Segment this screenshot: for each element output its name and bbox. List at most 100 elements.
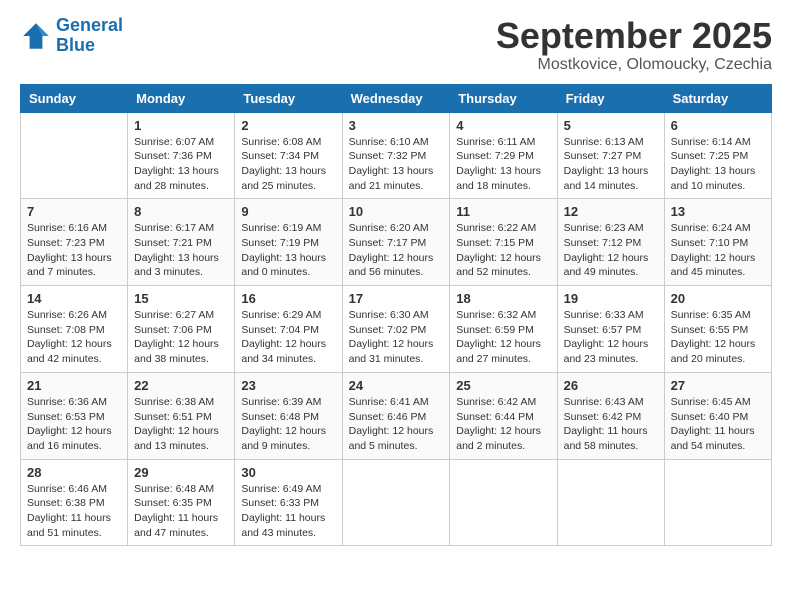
calendar-weekday-thursday: Thursday [450, 84, 557, 112]
day-info: Sunrise: 6:35 AMSunset: 6:55 PMDaylight:… [671, 308, 765, 367]
logo-text: General Blue [56, 16, 123, 56]
day-info: Sunrise: 6:19 AMSunset: 7:19 PMDaylight:… [241, 221, 335, 280]
calendar-week-row-1: 7 Sunrise: 6:16 AMSunset: 7:23 PMDaylight… [21, 199, 772, 286]
day-number: 18 [456, 291, 550, 306]
calendar-cell: 21 Sunrise: 6:36 AMSunset: 6:53 PMDayligh… [21, 372, 128, 459]
day-info: Sunrise: 6:39 AMSunset: 6:48 PMDaylight:… [241, 395, 335, 454]
calendar-cell: 3 Sunrise: 6:10 AMSunset: 7:32 PMDaylight… [342, 112, 450, 199]
logo-icon [20, 20, 52, 52]
day-number: 10 [349, 204, 444, 219]
calendar-week-row-2: 14 Sunrise: 6:26 AMSunset: 7:08 PMDayligh… [21, 286, 772, 373]
day-info: Sunrise: 6:32 AMSunset: 6:59 PMDaylight:… [456, 308, 550, 367]
calendar-cell: 30 Sunrise: 6:49 AMSunset: 6:33 PMDayligh… [235, 459, 342, 546]
day-info: Sunrise: 6:11 AMSunset: 7:29 PMDaylight:… [456, 135, 550, 194]
month-title: September 2025 [496, 16, 772, 56]
calendar-cell: 18 Sunrise: 6:32 AMSunset: 6:59 PMDayligh… [450, 286, 557, 373]
calendar-cell: 17 Sunrise: 6:30 AMSunset: 7:02 PMDayligh… [342, 286, 450, 373]
day-info: Sunrise: 6:36 AMSunset: 6:53 PMDaylight:… [27, 395, 121, 454]
day-info: Sunrise: 6:43 AMSunset: 6:42 PMDaylight:… [564, 395, 658, 454]
calendar-week-row-0: 1Sunrise: 6:07 AMSunset: 7:36 PMDaylight… [21, 112, 772, 199]
calendar-week-row-3: 21 Sunrise: 6:36 AMSunset: 6:53 PMDayligh… [21, 372, 772, 459]
logo: General Blue [20, 16, 123, 56]
day-info: Sunrise: 6:16 AMSunset: 7:23 PMDaylight:… [27, 221, 121, 280]
calendar-weekday-friday: Friday [557, 84, 664, 112]
day-info: Sunrise: 6:30 AMSunset: 7:02 PMDaylight:… [349, 308, 444, 367]
day-number: 11 [456, 204, 550, 219]
day-info: Sunrise: 6:24 AMSunset: 7:10 PMDaylight:… [671, 221, 765, 280]
calendar-cell: 28 Sunrise: 6:46 AMSunset: 6:38 PMDayligh… [21, 459, 128, 546]
day-info: Sunrise: 6:08 AMSunset: 7:34 PMDaylight:… [241, 135, 335, 194]
day-number: 30 [241, 465, 335, 480]
calendar-weekday-wednesday: Wednesday [342, 84, 450, 112]
day-number: 16 [241, 291, 335, 306]
calendar-week-row-4: 28 Sunrise: 6:46 AMSunset: 6:38 PMDayligh… [21, 459, 772, 546]
calendar-weekday-sunday: Sunday [21, 84, 128, 112]
calendar-cell: 12 Sunrise: 6:23 AMSunset: 7:12 PMDayligh… [557, 199, 664, 286]
calendar-cell: 19Sunrise: 6:33 AMSunset: 6:57 PMDayligh… [557, 286, 664, 373]
day-number: 9 [241, 204, 335, 219]
day-number: 12 [564, 204, 658, 219]
day-number: 27 [671, 378, 765, 393]
calendar-cell: 22 Sunrise: 6:38 AMSunset: 6:51 PMDayligh… [128, 372, 235, 459]
day-number: 24 [349, 378, 444, 393]
day-number: 17 [349, 291, 444, 306]
calendar-cell: 9 Sunrise: 6:19 AMSunset: 7:19 PMDaylight… [235, 199, 342, 286]
header: General Blue September 2025 Mostkovice, … [20, 16, 772, 74]
day-number: 4 [456, 118, 550, 133]
day-info: Sunrise: 6:29 AMSunset: 7:04 PMDaylight:… [241, 308, 335, 367]
day-info: Sunrise: 6:45 AMSunset: 6:40 PMDaylight:… [671, 395, 765, 454]
calendar-cell [342, 459, 450, 546]
day-number: 22 [134, 378, 228, 393]
day-number: 13 [671, 204, 765, 219]
day-info: Sunrise: 6:13 AMSunset: 7:27 PMDaylight:… [564, 135, 658, 194]
day-info: Sunrise: 6:20 AMSunset: 7:17 PMDaylight:… [349, 221, 444, 280]
calendar-cell: 10 Sunrise: 6:20 AMSunset: 7:17 PMDayligh… [342, 199, 450, 286]
calendar-cell: 15 Sunrise: 6:27 AMSunset: 7:06 PMDayligh… [128, 286, 235, 373]
logo-line1: General [56, 15, 123, 35]
day-number: 25 [456, 378, 550, 393]
calendar-header-row: SundayMondayTuesdayWednesdayThursdayFrid… [21, 84, 772, 112]
day-info: Sunrise: 6:48 AMSunset: 6:35 PMDaylight:… [134, 482, 228, 541]
calendar-cell: 1Sunrise: 6:07 AMSunset: 7:36 PMDaylight… [128, 112, 235, 199]
day-info: Sunrise: 6:07 AMSunset: 7:36 PMDaylight:… [134, 135, 228, 194]
day-number: 7 [27, 204, 121, 219]
day-number: 21 [27, 378, 121, 393]
day-number: 6 [671, 118, 765, 133]
day-number: 3 [349, 118, 444, 133]
day-info: Sunrise: 6:38 AMSunset: 6:51 PMDaylight:… [134, 395, 228, 454]
day-number: 14 [27, 291, 121, 306]
calendar-weekday-monday: Monday [128, 84, 235, 112]
day-number: 29 [134, 465, 228, 480]
location-title: Mostkovice, Olomoucky, Czechia [496, 56, 772, 74]
calendar-cell: 11Sunrise: 6:22 AMSunset: 7:15 PMDayligh… [450, 199, 557, 286]
calendar-cell: 14 Sunrise: 6:26 AMSunset: 7:08 PMDayligh… [21, 286, 128, 373]
day-number: 15 [134, 291, 228, 306]
day-info: Sunrise: 6:26 AMSunset: 7:08 PMDaylight:… [27, 308, 121, 367]
calendar-cell [450, 459, 557, 546]
day-number: 20 [671, 291, 765, 306]
calendar-cell: 8 Sunrise: 6:17 AMSunset: 7:21 PMDaylight… [128, 199, 235, 286]
day-info: Sunrise: 6:23 AMSunset: 7:12 PMDaylight:… [564, 221, 658, 280]
calendar-weekday-saturday: Saturday [664, 84, 771, 112]
calendar-cell [21, 112, 128, 199]
day-info: Sunrise: 6:46 AMSunset: 6:38 PMDaylight:… [27, 482, 121, 541]
day-number: 8 [134, 204, 228, 219]
calendar-cell: 27 Sunrise: 6:45 AMSunset: 6:40 PMDayligh… [664, 372, 771, 459]
day-number: 5 [564, 118, 658, 133]
logo-line2: Blue [56, 35, 95, 55]
calendar-cell: 23 Sunrise: 6:39 AMSunset: 6:48 PMDayligh… [235, 372, 342, 459]
day-number: 26 [564, 378, 658, 393]
day-info: Sunrise: 6:10 AMSunset: 7:32 PMDaylight:… [349, 135, 444, 194]
day-number: 23 [241, 378, 335, 393]
calendar-cell: 16 Sunrise: 6:29 AMSunset: 7:04 PMDayligh… [235, 286, 342, 373]
day-info: Sunrise: 6:27 AMSunset: 7:06 PMDaylight:… [134, 308, 228, 367]
day-info: Sunrise: 6:49 AMSunset: 6:33 PMDaylight:… [241, 482, 335, 541]
day-info: Sunrise: 6:42 AMSunset: 6:44 PMDaylight:… [456, 395, 550, 454]
calendar-cell: 20 Sunrise: 6:35 AMSunset: 6:55 PMDayligh… [664, 286, 771, 373]
calendar-cell: 4 Sunrise: 6:11 AMSunset: 7:29 PMDaylight… [450, 112, 557, 199]
day-info: Sunrise: 6:14 AMSunset: 7:25 PMDaylight:… [671, 135, 765, 194]
calendar-cell: 6 Sunrise: 6:14 AMSunset: 7:25 PMDaylight… [664, 112, 771, 199]
day-number: 28 [27, 465, 121, 480]
calendar-cell: 5 Sunrise: 6:13 AMSunset: 7:27 PMDaylight… [557, 112, 664, 199]
day-info: Sunrise: 6:17 AMSunset: 7:21 PMDaylight:… [134, 221, 228, 280]
